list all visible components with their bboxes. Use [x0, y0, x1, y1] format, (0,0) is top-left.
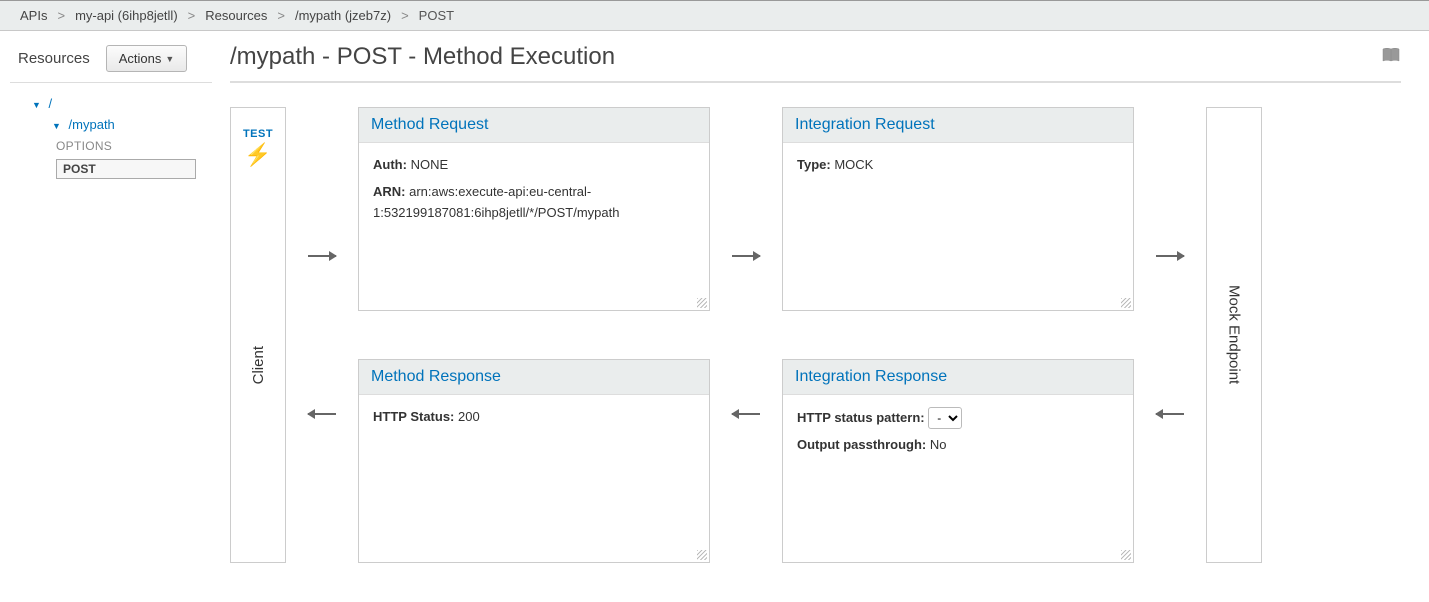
sidebar-title: Resources	[18, 50, 90, 67]
sidebar: Resources Actions ▼ ▼ / ▼ /mypath OPTION…	[0, 31, 218, 602]
arn-label: ARN:	[373, 184, 406, 199]
integration-request-title: Integration Request	[783, 108, 1133, 143]
caret-icon[interactable]: ▼	[52, 121, 61, 131]
breadcrumb: APIs > my-api (6ihp8jetll) > Resources >…	[0, 0, 1429, 31]
http-status-value: 200	[458, 409, 480, 424]
main-content: /mypath - POST - Method Execution TEST ⚡…	[218, 31, 1429, 602]
page-title: /mypath - POST - Method Execution	[230, 43, 615, 71]
arrow-left-icon	[732, 413, 760, 415]
chevron-down-icon: ▼	[165, 54, 174, 64]
breadcrumb-method: POST	[419, 8, 454, 23]
auth-value: NONE	[411, 157, 449, 172]
method-execution-diagram: TEST ⚡ Client Method Request Auth: NONE	[230, 83, 1401, 563]
breadcrumb-apis[interactable]: APIs	[20, 8, 47, 23]
actions-button[interactable]: Actions ▼	[106, 45, 188, 72]
type-value: MOCK	[834, 157, 873, 172]
method-response-card[interactable]: Method Response HTTP Status: 200	[358, 359, 710, 563]
arn-value: arn:aws:execute-api:eu-central-1:5321991…	[373, 184, 619, 220]
http-status-label: HTTP Status:	[373, 409, 454, 424]
pattern-select[interactable]: -	[928, 407, 962, 429]
client-panel[interactable]: TEST ⚡ Client	[230, 107, 286, 563]
resize-handle-icon[interactable]	[697, 298, 707, 308]
arrow-left-icon	[308, 413, 336, 415]
arrow-right-icon	[732, 255, 760, 257]
integration-response-title: Integration Response	[783, 360, 1133, 395]
arrow-right-icon	[308, 255, 336, 257]
passthrough-value: No	[930, 437, 947, 452]
method-request-card[interactable]: Method Request Auth: NONE ARN: arn:aws:e…	[358, 107, 710, 311]
endpoint-label: Mock Endpoint	[1226, 285, 1243, 384]
lightning-icon: ⚡	[244, 142, 271, 168]
passthrough-label: Output passthrough:	[797, 437, 926, 452]
test-link[interactable]: TEST	[243, 108, 273, 140]
method-response-title: Method Response	[359, 360, 709, 395]
breadcrumb-api-name[interactable]: my-api (6ihp8jetll)	[75, 8, 178, 23]
breadcrumb-sep: >	[188, 8, 196, 23]
resize-handle-icon[interactable]	[1121, 298, 1131, 308]
arrow-left-icon	[1156, 413, 1184, 415]
caret-icon[interactable]: ▼	[32, 100, 41, 110]
resize-handle-icon[interactable]	[697, 550, 707, 560]
client-label: Client	[250, 326, 267, 404]
breadcrumb-path[interactable]: /mypath (jzeb7z)	[295, 8, 391, 23]
tree-method-post[interactable]: POST	[56, 159, 196, 179]
pattern-label: HTTP status pattern:	[797, 410, 925, 425]
breadcrumb-resources[interactable]: Resources	[205, 8, 267, 23]
breadcrumb-sep: >	[57, 8, 65, 23]
arrow-right-icon	[1156, 255, 1184, 257]
breadcrumb-sep: >	[401, 8, 409, 23]
book-icon[interactable]	[1381, 46, 1401, 69]
resize-handle-icon[interactable]	[1121, 550, 1131, 560]
tree-method-options[interactable]: OPTIONS	[56, 139, 112, 153]
endpoint-panel: Mock Endpoint	[1206, 107, 1262, 563]
type-label: Type:	[797, 157, 831, 172]
method-request-title: Method Request	[359, 108, 709, 143]
tree-path[interactable]: /mypath	[69, 117, 115, 132]
actions-label: Actions	[119, 51, 162, 66]
integration-request-card[interactable]: Integration Request Type: MOCK	[782, 107, 1134, 311]
tree-root[interactable]: /	[49, 96, 53, 111]
resource-tree: ▼ / ▼ /mypath OPTIONS POST	[10, 82, 212, 182]
integration-response-card[interactable]: Integration Response HTTP status pattern…	[782, 359, 1134, 563]
auth-label: Auth:	[373, 157, 407, 172]
breadcrumb-sep: >	[277, 8, 285, 23]
